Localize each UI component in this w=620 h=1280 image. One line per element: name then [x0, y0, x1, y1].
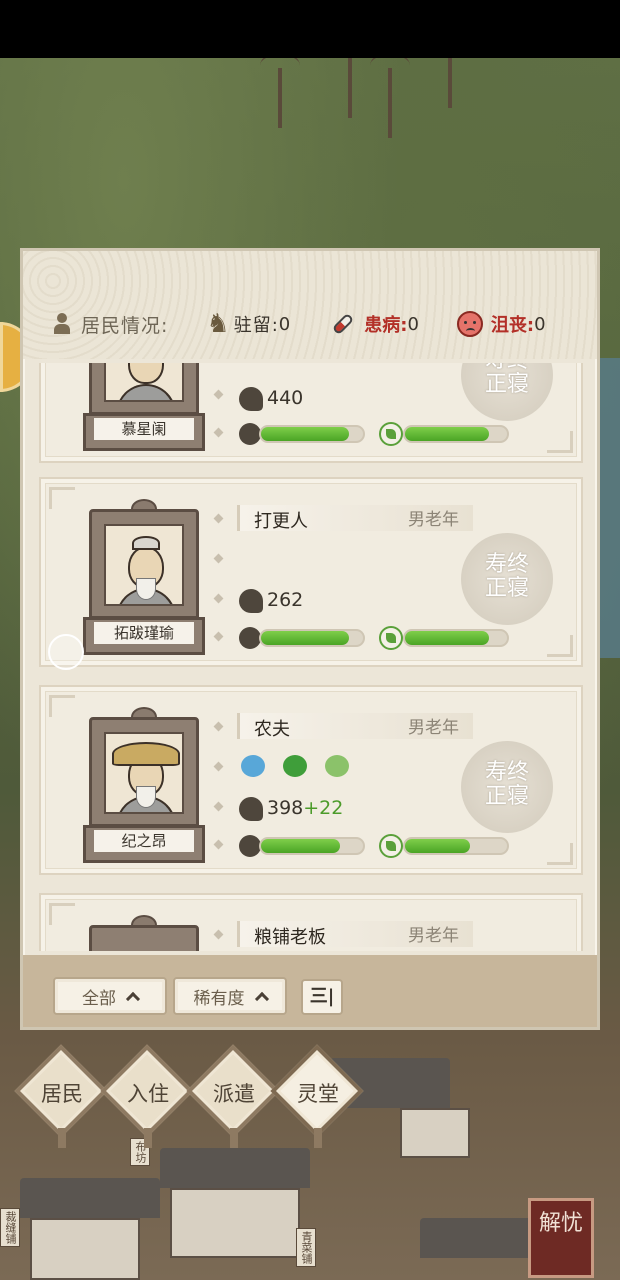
- resident-card[interactable]: 粮铺老板 男老年: [39, 893, 583, 951]
- resident-card[interactable]: 纪之昂 农夫 男老年 398+22 寿终 正寝: [39, 685, 583, 875]
- tab-checkin[interactable]: 入住: [100, 1044, 194, 1148]
- health-bar: [259, 425, 365, 443]
- status-bar: [0, 0, 620, 58]
- tab-dispatch[interactable]: 派遣: [186, 1044, 280, 1148]
- resident-icon: [53, 313, 71, 335]
- mood-bar: [403, 837, 509, 855]
- wealth-value: 398+22: [267, 797, 344, 819]
- heart-icon: [239, 835, 261, 857]
- filter-all-label: 全部: [82, 988, 116, 1009]
- sort-button[interactable]: 三|: [301, 979, 343, 1015]
- resident-list[interactable]: 慕星阑 440 寿终正寝 拓跋瑾瑜: [23, 363, 597, 951]
- status-stamp: 寿终正寝: [461, 741, 553, 833]
- mood-icon: [379, 834, 403, 858]
- filter-rarity-button[interactable]: 稀有度: [173, 977, 287, 1015]
- age-group: 男老年: [408, 510, 459, 530]
- tab-memorial[interactable]: 灵堂: [270, 1044, 364, 1148]
- residents-panel: 居民情况: ♞ 驻留: 0 患病: 0 沮丧: 0 慕星阑 440 正寝 拓跋瑾…: [20, 248, 600, 1030]
- tab-label: 入住: [127, 1082, 169, 1106]
- sick-label: 患病:: [364, 315, 408, 336]
- stationed-value: 0: [278, 313, 291, 335]
- sprout-icon: [283, 755, 307, 777]
- resident-card[interactable]: 慕星阑 440 寿终正寝: [39, 363, 583, 463]
- jieyou-button[interactable]: 解忧: [528, 1198, 594, 1278]
- resident-status-row: 居民情况: ♞ 驻留: 0 患病: 0 沮丧: 0: [53, 307, 546, 341]
- status-label: 居民情况:: [81, 314, 169, 337]
- sort-icon: 三|: [309, 986, 335, 1007]
- tab-label: 居民: [41, 1082, 83, 1106]
- portrait-frame: 慕星阑: [83, 363, 205, 451]
- horse-icon: ♞: [206, 309, 230, 339]
- coin-icon: [239, 797, 263, 821]
- panel-footer: 全部 稀有度 三|: [23, 955, 597, 1027]
- panel-header: 居民情况: ♞ 驻留: 0 患病: 0 沮丧: 0: [23, 251, 597, 359]
- portrait-frame: 纪之昂: [83, 707, 205, 863]
- sad-face-icon: [456, 311, 483, 337]
- mood-icon: [379, 422, 403, 446]
- portrait-frame: [83, 915, 205, 951]
- coin-icon: [239, 387, 263, 411]
- sign-qingcaipu: 青菜铺: [296, 1228, 316, 1267]
- health-bar: [259, 837, 365, 855]
- filter-all-button[interactable]: 全部: [53, 977, 167, 1015]
- age-group: 男老年: [408, 718, 459, 738]
- wealth-value: 440: [267, 387, 304, 409]
- tab-label: 派遣: [213, 1082, 255, 1106]
- wave-icon: [241, 755, 265, 777]
- tab-label: 灵堂: [297, 1082, 339, 1106]
- mood-bar: [403, 425, 509, 443]
- sign-caifengpu: 裁缝铺: [0, 1208, 20, 1247]
- status-stamp: 寿终正寝: [461, 533, 553, 625]
- job-label: 打更人: [254, 511, 308, 532]
- trait-icons: [241, 755, 349, 777]
- resident-name: 拓跋瑾瑜: [93, 621, 195, 645]
- tab-residents[interactable]: 居民: [14, 1044, 108, 1148]
- jieyou-label: 解忧: [538, 1211, 583, 1236]
- job-label: 粮铺老板: [254, 927, 326, 948]
- resident-card[interactable]: 拓跋瑾瑜 打更人 男老年 262 寿终 正寝: [39, 477, 583, 667]
- resident-name: 慕星阑: [93, 417, 195, 441]
- mood-icon: [379, 626, 403, 650]
- touch-indicator: [48, 634, 84, 670]
- heart-icon: [239, 423, 261, 445]
- caret-up-icon: [254, 991, 269, 1007]
- heart-icon: [239, 627, 261, 649]
- job-label: 农夫: [254, 719, 290, 740]
- resident-portrait: [104, 732, 184, 814]
- coin-icon: [239, 589, 263, 613]
- resident-portrait: [104, 524, 184, 606]
- filter-rarity-label: 稀有度: [193, 988, 245, 1009]
- job-bar: 农夫 男老年: [237, 713, 473, 740]
- stationed-label: 驻留:: [233, 315, 279, 336]
- pill-icon: [331, 312, 355, 336]
- job-bar: 打更人 男老年: [237, 505, 473, 532]
- resident-portrait: [104, 363, 184, 402]
- age-group: 男老年: [408, 926, 459, 946]
- caret-up-icon: [125, 991, 141, 1007]
- mood-bar: [403, 629, 509, 647]
- sick-value: 0: [407, 313, 419, 335]
- portrait-frame: 拓跋瑾瑜: [83, 499, 205, 655]
- wealth-value: 262: [267, 589, 304, 611]
- depressed-value: 0: [534, 313, 546, 335]
- resident-name: 纪之昂: [93, 829, 195, 853]
- grass-icon: [325, 755, 349, 777]
- health-bar: [259, 629, 365, 647]
- depressed-label: 沮丧:: [490, 315, 535, 336]
- job-bar: 粮铺老板 男老年: [237, 921, 473, 948]
